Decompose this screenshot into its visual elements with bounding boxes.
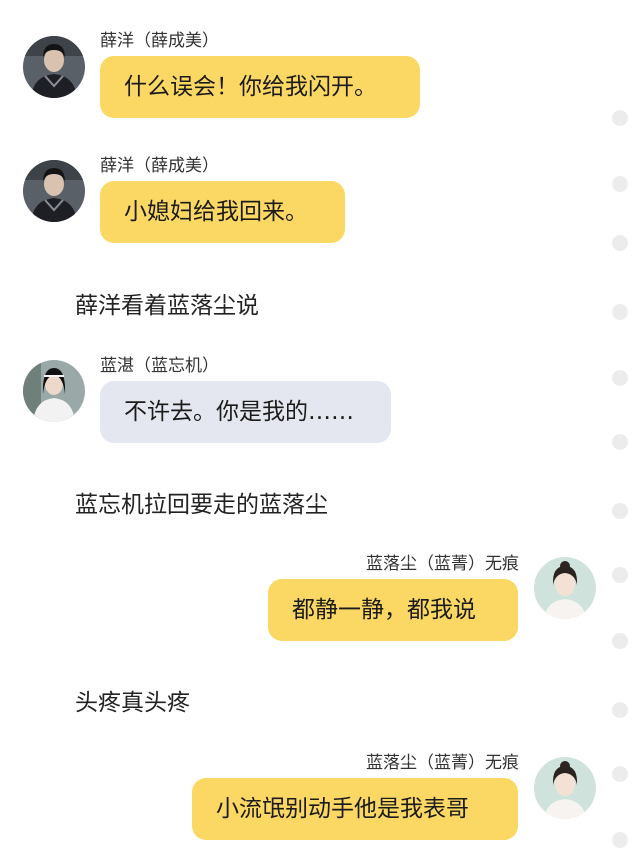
avatar-xueyang[interactable] xyxy=(23,160,85,222)
sender-name: 薛洋（薛成美） xyxy=(100,31,219,51)
sender-name: 蓝湛（蓝忘机） xyxy=(100,356,219,376)
message-bubble[interactable]: 都静一静，都我说 xyxy=(268,579,518,641)
message-bubble[interactable]: 小媳妇给我回来。 xyxy=(100,181,345,243)
scroll-dot xyxy=(612,304,628,320)
scroll-indicator xyxy=(610,0,630,848)
scroll-dot xyxy=(612,176,628,192)
narration-text: 头疼真头疼 xyxy=(75,690,190,716)
avatar-lanluochen[interactable] xyxy=(534,757,596,819)
scroll-dot xyxy=(612,235,628,251)
scroll-dot xyxy=(612,503,628,519)
scroll-dot xyxy=(612,633,628,649)
scroll-dot xyxy=(612,766,628,782)
avatar-lanzhan[interactable] xyxy=(23,360,85,422)
scroll-dot xyxy=(612,832,628,848)
sender-name: 蓝落尘（蓝菁）无痕 xyxy=(366,554,519,574)
scroll-dot xyxy=(612,370,628,386)
message-bubble[interactable]: 什么误会！你给我闪开。 xyxy=(100,56,420,118)
scroll-dot xyxy=(612,110,628,126)
narration-text: 薛洋看着蓝落尘说 xyxy=(75,293,259,319)
scroll-dot xyxy=(612,567,628,583)
scroll-dot xyxy=(612,702,628,718)
narration-text: 蓝忘机拉回要走的蓝落尘 xyxy=(75,492,328,518)
avatar-xueyang[interactable] xyxy=(23,36,85,98)
message-bubble[interactable]: 不许去。你是我的…… xyxy=(100,381,391,443)
scroll-dot xyxy=(612,434,628,450)
message-bubble[interactable]: 小流氓别动手他是我表哥 xyxy=(192,778,518,840)
avatar-lanluochen[interactable] xyxy=(534,557,596,619)
sender-name: 蓝落尘（蓝菁）无痕 xyxy=(366,753,519,773)
sender-name: 薛洋（薛成美） xyxy=(100,156,219,176)
